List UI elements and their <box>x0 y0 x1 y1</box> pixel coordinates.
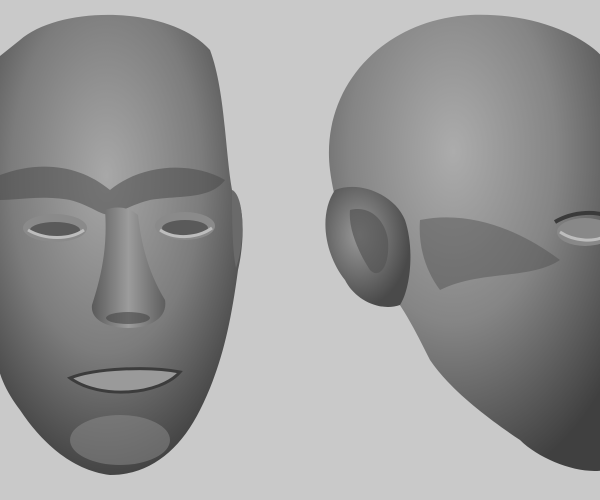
right-eye <box>155 212 215 240</box>
nostril-shadow <box>106 312 150 324</box>
front-head <box>0 14 243 475</box>
side-head <box>325 14 600 471</box>
left-eye <box>23 214 87 242</box>
chin <box>70 415 170 465</box>
render-canvas <box>0 14 600 475</box>
